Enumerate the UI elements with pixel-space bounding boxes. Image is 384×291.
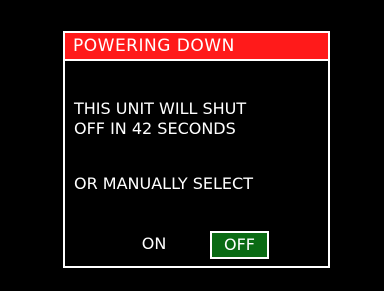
shutdown-message: THIS UNIT WILL SHUT OFF IN 42 SECONDS xyxy=(74,99,246,139)
on-button[interactable]: ON xyxy=(133,231,175,257)
message-line-1: THIS UNIT WILL SHUT xyxy=(74,99,247,118)
dialog-title: POWERING DOWN xyxy=(73,36,235,56)
message-line-2: OFF IN 42 SECONDS xyxy=(74,119,236,138)
device-screen: POWERING DOWN THIS UNIT WILL SHUT OFF IN… xyxy=(0,0,384,291)
manual-select-prompt: OR MANUALLY SELECT xyxy=(74,174,253,193)
off-button[interactable]: OFF xyxy=(210,231,269,259)
dialog-title-bar: POWERING DOWN xyxy=(65,33,328,61)
power-down-dialog: POWERING DOWN THIS UNIT WILL SHUT OFF IN… xyxy=(63,31,330,268)
